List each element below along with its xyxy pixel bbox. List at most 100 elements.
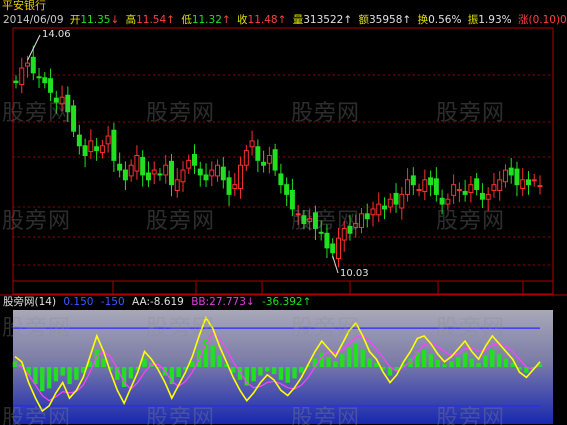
quote-date: 2014/06/09	[3, 14, 64, 26]
watermark: 股旁网	[146, 316, 216, 341]
candle-body	[422, 179, 428, 192]
stock-chart-window: 平安银行 2014/06/09 开11.35↓ 高11.54↑ 低11.32↑ …	[0, 0, 567, 425]
candle-body	[48, 78, 54, 93]
watermark: 股旁网	[146, 406, 216, 425]
indicator-bb: BB:27.773↓	[191, 296, 255, 308]
candle-body	[502, 169, 508, 183]
candle-body	[71, 105, 77, 132]
watermark: 股旁网	[436, 316, 506, 341]
candle-body	[42, 77, 48, 84]
indicator-histogram-bar	[33, 367, 38, 385]
indicator-histogram-bar	[435, 359, 440, 367]
candle-body	[531, 179, 537, 182]
candle-body	[30, 56, 36, 74]
candle-body	[140, 156, 146, 176]
indicator-histogram-bar	[503, 358, 509, 367]
candle-body	[215, 164, 221, 177]
price-panel-frame	[12, 27, 554, 282]
candle-body	[485, 193, 491, 200]
candle-body	[94, 146, 100, 152]
indicator-histogram-bar	[476, 362, 481, 367]
indicator-histogram-bar	[12, 361, 18, 367]
indicator-histogram-bar	[258, 367, 263, 376]
candle-body	[520, 179, 526, 190]
candle-body	[105, 135, 111, 145]
watermark: 股旁网	[146, 101, 216, 126]
candle-body	[168, 160, 174, 186]
stock-name: 平安银行	[2, 0, 46, 12]
indicator-histogram-bar	[340, 354, 345, 367]
indicator-histogram-bar	[428, 354, 434, 367]
candle-body	[19, 67, 25, 86]
indicator-extra: -36.392↑	[262, 296, 312, 308]
candle-body	[220, 166, 226, 181]
indicator-histogram-bar	[326, 357, 331, 367]
candle-body	[174, 179, 180, 191]
indicator-histogram-bar	[142, 358, 147, 367]
candle-body	[462, 190, 468, 195]
candle-body	[416, 189, 422, 192]
indicator-histogram-bar	[490, 349, 495, 367]
candle-body	[537, 185, 543, 188]
indicator-histogram-bar	[367, 358, 372, 367]
candle-body	[433, 178, 439, 195]
candle-body	[203, 174, 209, 181]
indicator-histogram-bar	[210, 345, 215, 367]
candle-body	[410, 175, 416, 186]
quote-open: 开11.35↓	[69, 14, 120, 26]
candle-body	[151, 169, 157, 175]
quote-amount: 额35958↑	[358, 14, 412, 26]
candle-body	[525, 179, 531, 186]
candle-body	[393, 192, 399, 205]
candle-body	[387, 198, 393, 208]
indicator-bar: 股旁网(14) 0.150 -150 AA:-8.619 BB:27.773↓ …	[3, 296, 315, 309]
indicator-histogram-bar	[40, 367, 45, 392]
indicator-histogram-bar	[285, 367, 290, 383]
indicator-histogram-bar	[462, 352, 468, 367]
candle-body	[145, 172, 151, 181]
indicator-histogram-bar	[271, 367, 277, 375]
candle-body	[192, 154, 198, 166]
candle-body	[514, 168, 520, 186]
candle-body	[399, 193, 405, 209]
candle-body	[278, 173, 284, 186]
candle-body	[128, 164, 134, 177]
indicator-level-2: -150	[100, 296, 125, 308]
indicator-histogram-bar	[346, 347, 352, 367]
candle-body	[382, 205, 388, 210]
candle-body	[284, 184, 290, 195]
watermark: 股旁网	[2, 101, 72, 126]
low-annotation: 10.03	[340, 268, 369, 279]
indicator-level-1: 0.150	[63, 296, 94, 308]
indicator-histogram-bar	[353, 342, 359, 367]
candle-body	[364, 213, 370, 220]
indicator-histogram-bar	[46, 367, 52, 389]
candle-body	[491, 184, 497, 191]
indicator-histogram-bar	[469, 358, 475, 367]
quote-change: 涨(0.10)0.88	[517, 14, 567, 26]
high-annotation: 14.06	[42, 29, 71, 40]
candle-body	[243, 150, 249, 166]
quote-volume: 量313522↑	[292, 14, 353, 26]
candle-body	[249, 140, 255, 148]
candle-body	[134, 155, 140, 172]
candle-body	[180, 169, 186, 183]
candle-body	[358, 213, 364, 228]
watermark: 股旁网	[291, 316, 361, 341]
indicator-histogram-bar	[360, 349, 365, 367]
watermark: 股旁网	[2, 316, 72, 341]
candle-body	[232, 184, 238, 190]
candle-body	[163, 164, 169, 176]
watermark: 股旁网	[436, 406, 506, 425]
candle-body	[272, 149, 278, 171]
watermark: 股旁网	[291, 101, 361, 126]
indicator-histogram-bar	[60, 367, 65, 376]
quote-amplitude: 振1.93%	[467, 14, 512, 26]
watermark: 股旁网	[291, 209, 361, 234]
indicator-histogram-bar	[449, 361, 454, 367]
candle-body	[238, 164, 244, 190]
candle-body	[76, 134, 82, 147]
indicator-histogram-bar	[176, 367, 181, 377]
watermark: 股旁网	[436, 209, 506, 234]
candle-body	[197, 168, 203, 176]
